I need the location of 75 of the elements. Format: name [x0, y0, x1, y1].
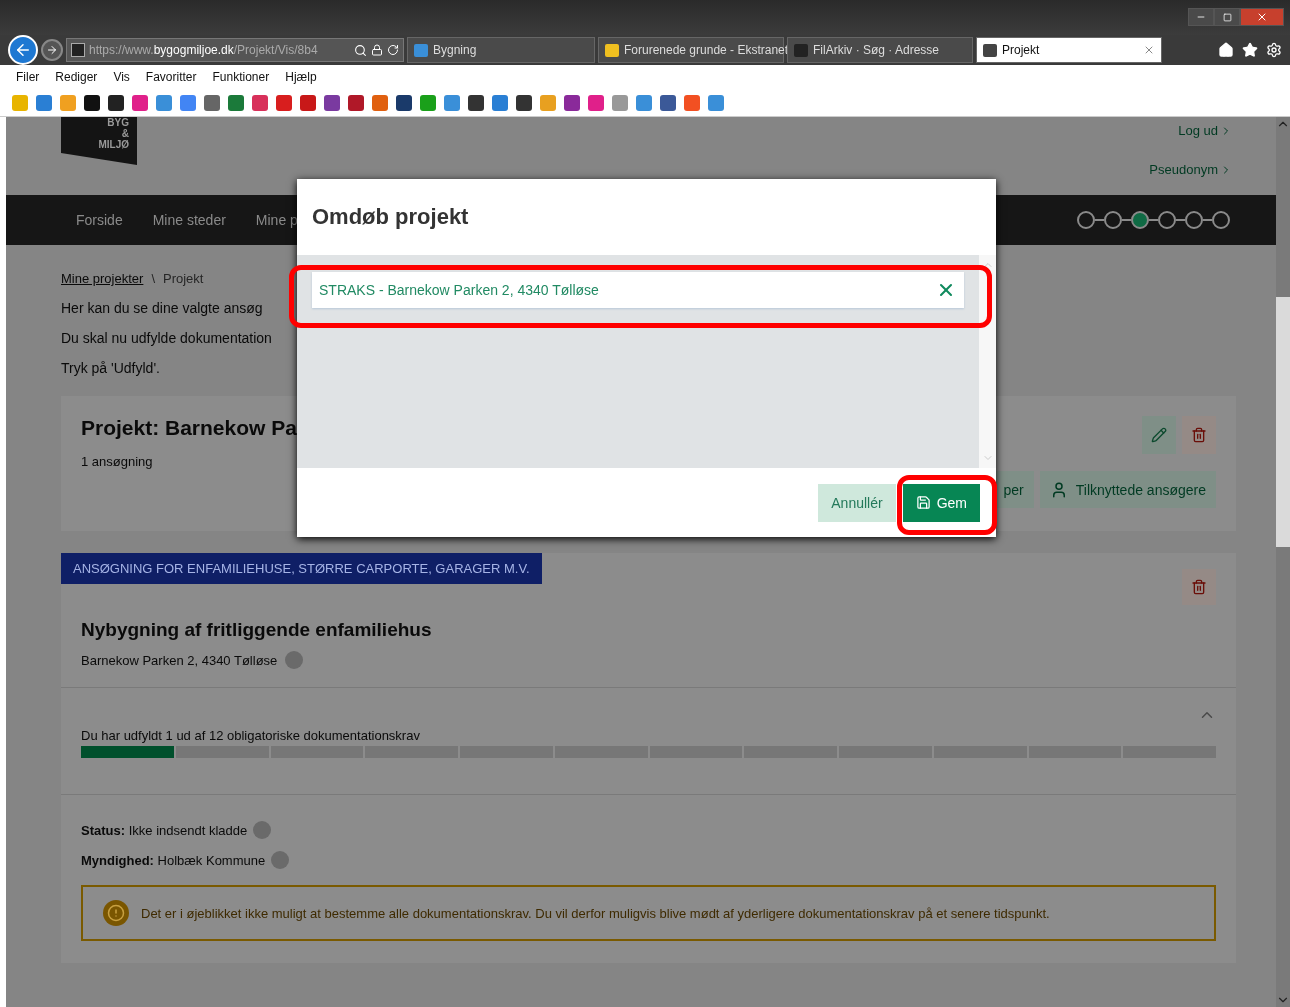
logo: BYG & MILJØ: [61, 117, 137, 165]
tab-icon: [605, 43, 619, 57]
back-button[interactable]: [8, 35, 38, 65]
detail-text: Myndighed: Holbæk Kommune: [81, 852, 266, 868]
url-text: https://www.bygogmiljoe.dk/Projekt/Vis/8b4: [89, 43, 318, 57]
tab-icon: [794, 43, 808, 57]
detail-text: Status: Ikke indsendt kladde: [81, 822, 248, 838]
address-bar[interactable]: https://www.bygogmiljoe.dk/Projekt/Vis/8b4: [66, 38, 404, 62]
close-icon: [1256, 11, 1268, 23]
favorite-icon[interactable]: [468, 94, 484, 111]
warning-icon: [103, 900, 129, 926]
refresh-icon[interactable]: [387, 44, 399, 56]
favorite-icon[interactable]: [660, 94, 676, 111]
delete-button[interactable]: [1182, 569, 1216, 605]
trash-icon: [1191, 427, 1207, 443]
menu-item[interactable]: Funktioner: [212, 70, 270, 84]
search-icon[interactable]: [354, 43, 367, 57]
close-icon[interactable]: [1143, 44, 1155, 56]
delete-button[interactable]: [1182, 416, 1216, 454]
pencil-icon: [1151, 427, 1167, 443]
menu-item[interactable]: Vis: [113, 70, 130, 84]
intro-text: Her kan du se dine valgte ansøg: [61, 300, 264, 316]
favorite-icon[interactable]: [348, 94, 364, 111]
cancel-button[interactable]: Annullér: [818, 483, 896, 522]
lock-icon: [371, 44, 383, 56]
breadcrumb-current: Projekt: [163, 271, 204, 286]
card-button[interactable]: Tilknyttede ansøgere: [1039, 471, 1216, 508]
project-title: Projekt: Barnekow Pa: [81, 416, 297, 440]
save-icon: [915, 495, 931, 510]
favorite-icon[interactable]: [108, 94, 124, 111]
favorite-icon[interactable]: [564, 94, 580, 111]
maximize-button[interactable]: [1214, 8, 1240, 26]
progress-text: Du har udfyldt 1 ud af 12 obligatoriske dokumentationskrav: [81, 728, 421, 743]
menu-item[interactable]: Hjælp: [285, 70, 317, 84]
browser-tab[interactable]: FilArkiv · Søg · Adresse: [787, 37, 973, 63]
tab-icon: [983, 43, 997, 57]
header-link[interactable]: Pseudonym: [1149, 162, 1218, 177]
header-link[interactable]: Log ud: [1178, 123, 1218, 138]
tab-icon: [414, 43, 428, 57]
intro-text: Du skal nu udfylde dokumentation: [61, 330, 273, 346]
breadcrumb-separator: \: [151, 271, 155, 286]
category-tag: ANSØGNING FOR ENFAMILIEHUSE, STØRRE CARPORTE, GARAGER M.V.: [61, 553, 542, 584]
menu-item[interactable]: Filer: [16, 70, 40, 84]
dialog-title: Omdøb projekt: [311, 203, 470, 231]
project-name-field[interactable]: STRAKS - Barnekow Parken 2, 4340 Tølløse: [312, 272, 964, 308]
favorite-icon[interactable]: [84, 94, 100, 111]
trash-icon: [1191, 579, 1207, 595]
nav-item[interactable]: Mine p: [255, 212, 298, 228]
project-subtitle: 1 ansøgning: [81, 454, 154, 469]
warning-text: Det er i øjeblikket ikke muligt at bestemme alle dokumentationskrav. Du vil derfor muligvis blive mødt af yderligere dokumentationskrav på et senere tidspunkt.: [141, 905, 1050, 921]
favorite-icon[interactable]: [396, 94, 412, 111]
breadcrumb-link[interactable]: Mine projekter: [61, 271, 144, 286]
minimize-button[interactable]: [1188, 8, 1214, 26]
favorite-icon[interactable]: [516, 94, 532, 111]
scrollbar-thumb[interactable]: [1276, 297, 1290, 547]
address-text: Barnekow Parken 2, 4340 Tølløse: [81, 652, 278, 668]
maximize-icon: [1222, 12, 1232, 22]
star-icon[interactable]: [1242, 42, 1258, 58]
application-title: Nybygning af fritliggende enfamiliehus: [81, 619, 433, 641]
save-button[interactable]: Gem: [902, 483, 980, 522]
menu-item[interactable]: Rediger: [55, 70, 98, 84]
settings-icon[interactable]: [1266, 42, 1282, 58]
arrow-right-icon: [46, 44, 58, 56]
nav-item[interactable]: Forside: [76, 212, 123, 228]
edit-button[interactable]: [1142, 416, 1176, 454]
nav-item[interactable]: Mine steder: [152, 212, 226, 228]
browser-tab[interactable]: Bygning: [407, 37, 595, 63]
site-icon: [71, 43, 85, 57]
home-icon[interactable]: [1218, 42, 1234, 58]
forward-button[interactable]: [41, 39, 63, 61]
intro-text: Tryk på 'Udfyld'.: [61, 360, 161, 376]
card-button[interactable]: per: [993, 471, 1034, 508]
browser-tab[interactable]: Projekt: [976, 37, 1162, 63]
menu-item[interactable]: Favoritter: [145, 70, 197, 84]
favorite-icon[interactable]: [324, 94, 340, 111]
